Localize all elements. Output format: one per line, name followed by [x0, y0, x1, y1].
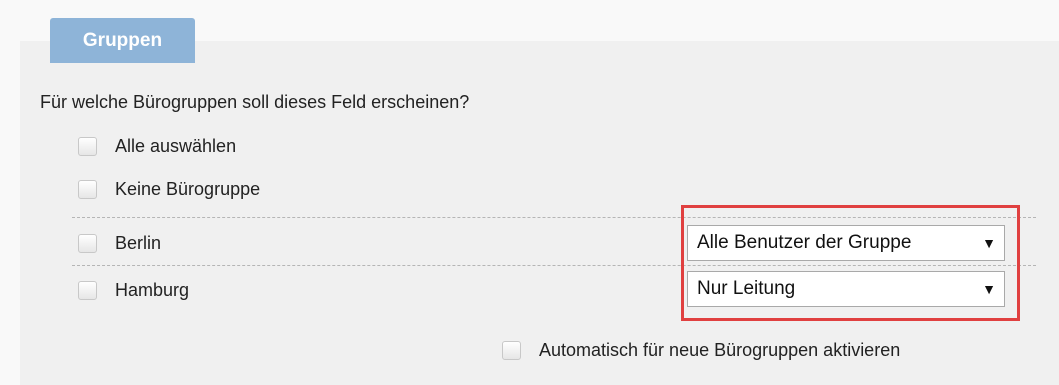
tab-gruppen-label: Gruppen: [82, 29, 163, 51]
group-row-hamburg: Hamburg: [78, 280, 189, 301]
select-all-label: Alle auswählen: [115, 136, 237, 156]
question-label: Für welche Bürogruppen soll dieses Feld …: [40, 92, 470, 112]
select-all-checkbox[interactable]: [78, 137, 97, 156]
auto-activate-row: Automatisch für neue Bürogruppen aktivie…: [502, 340, 900, 361]
no-group-label: Keine Bürogruppe: [115, 179, 261, 199]
no-group-row: Keine Bürogruppe: [78, 179, 260, 200]
auto-activate-label: Automatisch für neue Bürogruppen aktivie…: [539, 340, 901, 360]
berlin-checkbox[interactable]: [78, 234, 97, 253]
no-group-checkbox[interactable]: [78, 180, 97, 199]
group-row-berlin: Berlin: [78, 233, 161, 254]
hamburg-label: Hamburg: [115, 280, 190, 300]
berlin-label: Berlin: [115, 233, 162, 253]
auto-activate-checkbox[interactable]: [502, 341, 521, 360]
hamburg-checkbox[interactable]: [78, 281, 97, 300]
tab-gruppen[interactable]: Gruppen: [50, 18, 195, 63]
select-all-row: Alle auswählen: [78, 136, 236, 157]
highlight-box: [681, 205, 1020, 321]
